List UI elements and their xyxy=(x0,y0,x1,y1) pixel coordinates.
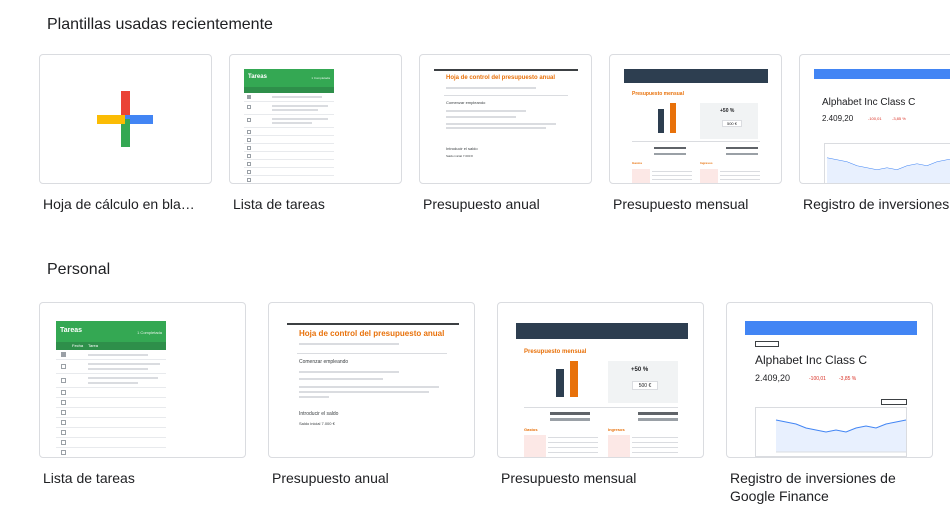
investment-tracker-thumbnail: Alphabet Inc Class C 2.409,20 -100,01 -3… xyxy=(727,303,932,457)
monthly-pct: +50 % xyxy=(720,108,735,114)
template-label[interactable]: Presupuesto mensual xyxy=(613,195,783,213)
task-list-thumbnail: Tareas 1 Completada Fecha Tarea xyxy=(40,303,245,457)
template-label[interactable]: Registro de inversiones de Google Financ… xyxy=(730,469,940,505)
stock-name: Alphabet Inc Class C xyxy=(822,97,916,108)
stock-change-pct: -3,85 % xyxy=(892,116,906,121)
template-card-investment-tracker[interactable]: Alphabet Inc Class C 2.409,20 -100,01 -3… xyxy=(799,54,950,184)
template-label[interactable]: Presupuesto anual xyxy=(423,195,593,213)
template-card-monthly-budget-personal[interactable]: Presupuesto mensual +50 % 500 € Gastos I… xyxy=(497,302,704,458)
stock-price: 2.409,20 xyxy=(822,114,854,123)
plus-icon xyxy=(97,91,153,147)
annual-budget-footer: Introducir el saldo xyxy=(446,146,478,151)
task-list-thumbnail: Tareas 1 Completada xyxy=(230,55,401,183)
price-line-chart xyxy=(826,157,950,183)
template-label[interactable]: Registro de inversiones xyxy=(803,195,950,213)
investment-tracker-thumbnail: Alphabet Inc Class C 2.409,20 -100,01 -3… xyxy=(800,55,950,183)
template-label[interactable]: Lista de tareas xyxy=(43,469,243,487)
template-label[interactable]: Lista de tareas xyxy=(233,195,403,213)
section-title-recent: Plantillas usadas recientemente xyxy=(47,16,273,33)
annual-budget-title: Hoja de control del presupuesto anual xyxy=(446,75,556,81)
stock-change: -100,01 xyxy=(868,116,882,121)
monthly-expenses-label: Gastos xyxy=(632,161,643,165)
blank-thumbnail xyxy=(40,55,211,183)
annual-budget-thumbnail: Hoja de control del presupuesto anual Co… xyxy=(420,55,591,183)
annual-budget-thumbnail: Hoja de control del presupuesto anual Co… xyxy=(269,303,474,457)
template-card-task-list-personal[interactable]: Tareas 1 Completada Fecha Tarea xyxy=(39,302,246,458)
template-card-monthly-budget[interactable]: Presupuesto mensual +50 % 500 € Gastos I… xyxy=(609,54,782,184)
monthly-budget-thumbnail: Presupuesto mensual +50 % 500 € Gastos I… xyxy=(610,55,781,183)
template-card-investment-tracker-personal[interactable]: Alphabet Inc Class C 2.409,20 -100,01 -3… xyxy=(726,302,933,458)
monthly-amount: 500 € xyxy=(722,120,742,127)
template-card-annual-budget-personal[interactable]: Hoja de control del presupuesto anual Co… xyxy=(268,302,475,458)
monthly-budget-thumbnail: Presupuesto mensual +50 % 500 € Gastos I… xyxy=(498,303,703,457)
template-label[interactable]: Hoja de cálculo en bla… xyxy=(43,195,213,213)
template-label[interactable]: Presupuesto anual xyxy=(272,469,472,487)
annual-budget-subtitle: Comenzar empleando xyxy=(446,100,486,105)
template-label[interactable]: Presupuesto mensual xyxy=(501,469,701,487)
section-title-personal: Personal xyxy=(47,261,111,278)
price-line-chart xyxy=(775,419,907,453)
monthly-income-label: Ingresos xyxy=(700,161,713,165)
task-list-title: Tareas xyxy=(248,74,267,80)
template-card-blank[interactable] xyxy=(39,54,212,184)
template-card-task-list[interactable]: Tareas 1 Completada xyxy=(229,54,402,184)
template-card-annual-budget[interactable]: Hoja de control del presupuesto anual Co… xyxy=(419,54,592,184)
task-list-count: 1 Completada xyxy=(311,76,330,80)
monthly-budget-title: Presupuesto mensual xyxy=(632,91,684,97)
